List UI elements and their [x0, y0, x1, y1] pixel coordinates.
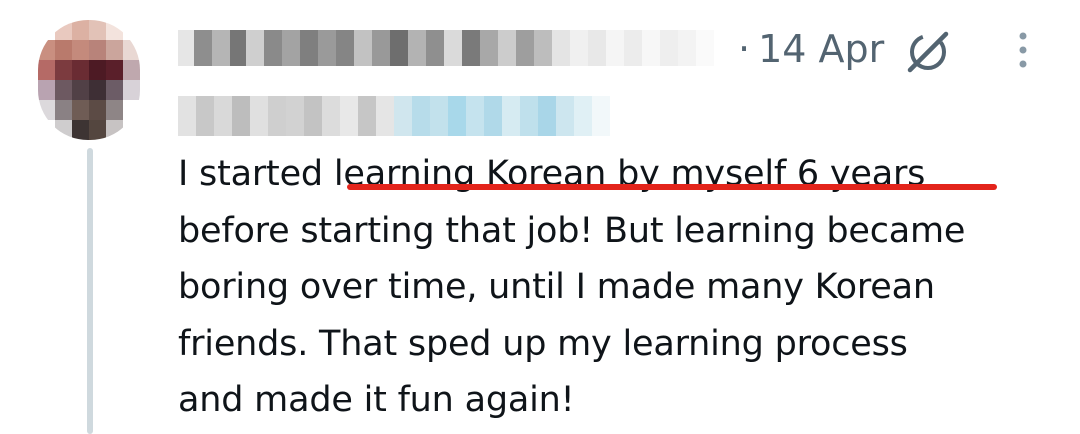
redacted-display-name[interactable]	[178, 30, 714, 66]
redacted-handle[interactable]	[178, 96, 610, 136]
reply-post: · 14 Apr I started learning Korean by my…	[0, 0, 1080, 434]
post-text-line-4: friends. That sped up my learning proces…	[178, 323, 908, 364]
post-text-line-3: boring over time, until I made many Kore…	[178, 267, 935, 307]
post-text-line-5: and made it fun again!	[178, 380, 575, 420]
thread-line	[87, 148, 93, 434]
more-vertical-icon[interactable]	[1008, 30, 1038, 70]
post-text-line-2: before starting that job! But learning b…	[178, 210, 966, 251]
post-text-line-1: I started learning Korean by myself 6 ye…	[178, 154, 926, 194]
post-date: 14 Apr	[758, 27, 885, 71]
avatar[interactable]	[38, 20, 140, 140]
date-separator: ·	[738, 27, 751, 71]
highlight-underline	[347, 184, 997, 190]
post-timestamp[interactable]: · 14 Apr	[738, 26, 884, 72]
grok-icon[interactable]	[904, 28, 952, 76]
